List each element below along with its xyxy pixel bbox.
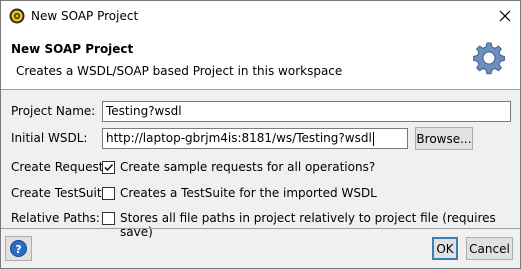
project-name-input[interactable]: Testing?wsdl (102, 101, 511, 122)
svg-text:?: ? (15, 243, 21, 256)
help-button[interactable]: ? (5, 236, 32, 261)
checkmark-icon (104, 163, 114, 172)
dialog-window: New SOAP Project New SOAP Project Create… (0, 0, 521, 269)
project-name-value: Testing?wsdl (106, 104, 182, 118)
close-icon (499, 10, 511, 22)
create-testsuite-checkbox[interactable] (102, 187, 115, 200)
create-testsuite-text: Creates a TestSuite for the imported WSD… (120, 186, 377, 200)
cancel-button[interactable]: Cancel (466, 237, 513, 260)
relative-paths-text: Stores all file paths in project relativ… (120, 211, 496, 239)
create-requests-checkbox[interactable] (102, 161, 115, 174)
form-area: Project Name: Testing?wsdl Initial WSDL:… (1, 90, 520, 239)
browse-button[interactable]: Browse... (415, 127, 473, 150)
ok-button[interactable]: OK (432, 237, 458, 260)
close-button[interactable] (490, 1, 520, 31)
header-subtitle: Creates a WSDL/SOAP based Project in thi… (16, 64, 343, 78)
help-icon: ? (10, 240, 27, 257)
project-name-label: Project Name: (11, 104, 96, 118)
footer-divider (1, 228, 520, 229)
soapui-app-icon (9, 8, 25, 24)
header-title: New SOAP Project (11, 42, 134, 56)
relative-paths-label: Relative Paths: (11, 211, 100, 225)
dialog-header: New SOAP Project Creates a WSDL/SOAP bas… (1, 31, 520, 90)
gear-icon (473, 42, 505, 75)
initial-wsdl-value: http://laptop-gbrjm4is:8181/ws/Testing?w… (106, 131, 372, 145)
create-requests-text: Create sample requests for all operation… (120, 160, 376, 174)
initial-wsdl-label: Initial WSDL: (11, 131, 88, 145)
create-testsuite-label: Create TestSuite: (11, 186, 114, 200)
title-bar: New SOAP Project (1, 1, 520, 31)
relative-paths-checkbox[interactable] (102, 212, 115, 225)
text-caret (372, 131, 374, 146)
window-title: New SOAP Project (31, 9, 139, 23)
create-requests-label: Create Requests: (11, 160, 114, 174)
initial-wsdl-input[interactable]: http://laptop-gbrjm4is:8181/ws/Testing?w… (102, 128, 408, 149)
